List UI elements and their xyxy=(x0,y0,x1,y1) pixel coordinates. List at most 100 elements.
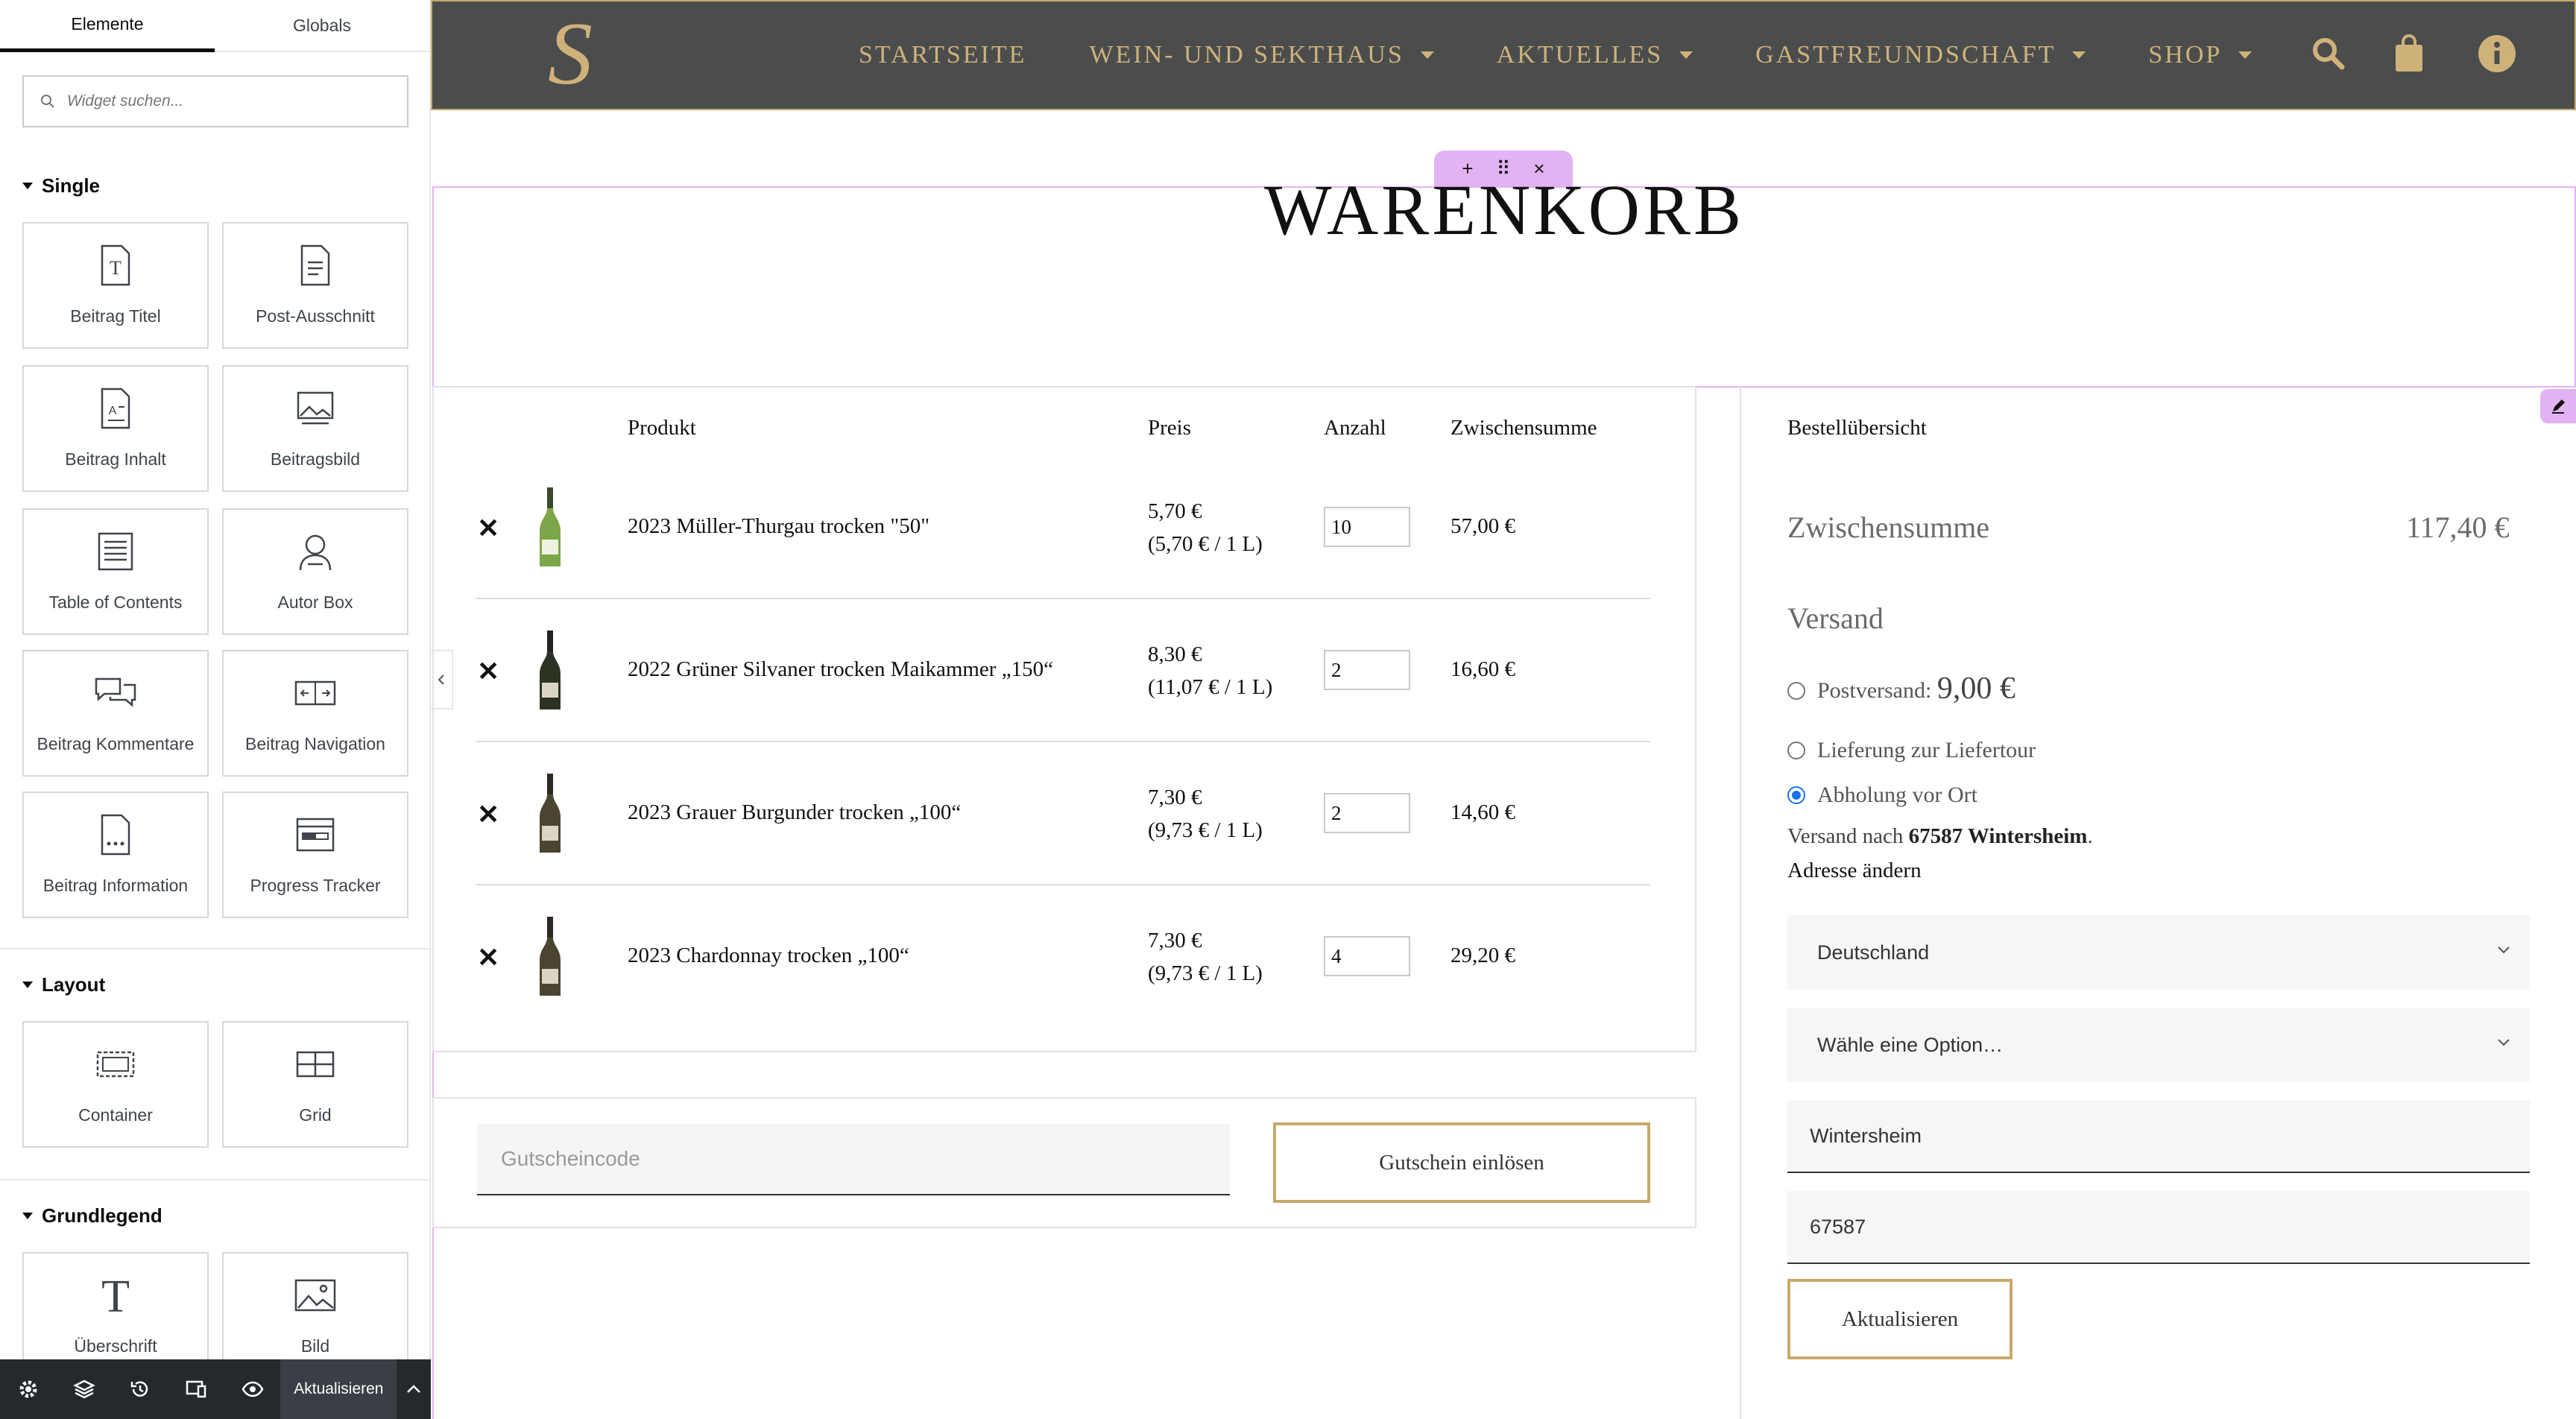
widget-search[interactable] xyxy=(22,75,408,127)
heading-icon: T xyxy=(93,1273,138,1318)
product-bottle-image[interactable] xyxy=(535,915,565,999)
item-price: 7,30 € (9,73 € / 1 L) xyxy=(1148,781,1263,847)
menu-label: AKTUELLES xyxy=(1496,41,1664,69)
menu-item-gastfreundschaft[interactable]: GASTFREUNDSCHAFT xyxy=(1755,41,2086,69)
category-single[interactable]: Single xyxy=(22,174,100,197)
change-address-link[interactable]: Adresse ändern xyxy=(1787,859,1922,883)
widget-label: Beitrag Inhalt xyxy=(65,449,166,469)
update-shipping-button[interactable]: Aktualisieren xyxy=(1787,1279,2012,1359)
publish-update-button[interactable]: Aktualisieren xyxy=(280,1359,397,1419)
category-label: Single xyxy=(42,174,101,197)
post-content-icon: A xyxy=(93,386,138,431)
coupon-code-input[interactable] xyxy=(477,1124,1230,1195)
menu-item-startseite[interactable]: STARTSEITE xyxy=(859,41,1026,69)
subtotal-label: Zwischensumme xyxy=(1787,511,1990,544)
widget-label: Beitrag Titel xyxy=(70,306,161,326)
category-layout[interactable]: Layout xyxy=(22,973,105,996)
country-value: Deutschland xyxy=(1817,941,1930,964)
svg-text:A: A xyxy=(109,405,117,417)
post-excerpt-icon xyxy=(293,243,338,288)
menu-item-shop[interactable]: SHOP xyxy=(2148,41,2253,69)
widget-post-content[interactable]: A Beitrag Inhalt xyxy=(22,365,209,492)
widget-post-navigation[interactable]: Beitrag Navigation xyxy=(222,650,408,777)
radio-button-selected[interactable] xyxy=(1787,786,1805,804)
ship-to-text: Versand nach 67587 Wintersheim. xyxy=(1787,824,2093,849)
remove-item-button[interactable]: ✕ xyxy=(477,799,499,830)
menu-label: SHOP xyxy=(2148,41,2223,69)
product-bottle-image[interactable] xyxy=(535,772,565,856)
quantity-input[interactable] xyxy=(1324,650,1410,690)
widget-search-input[interactable] xyxy=(67,92,395,110)
product-bottle-image[interactable] xyxy=(535,629,565,712)
cart-bag-icon[interactable] xyxy=(2387,31,2431,76)
widget-featured-image[interactable]: Beitragsbild xyxy=(222,365,408,492)
grid-icon xyxy=(293,1042,338,1087)
remove-item-button[interactable]: ✕ xyxy=(477,942,499,973)
widget-post-info[interactable]: Beitrag Information xyxy=(22,791,209,918)
collapse-caret-icon xyxy=(22,183,33,189)
widget-table-of-contents[interactable]: Table of Contents xyxy=(22,508,209,635)
widget-author-box[interactable]: Autor Box xyxy=(222,508,408,635)
widget-post-excerpt[interactable]: Post-Ausschnitt xyxy=(222,222,408,349)
subtotal-value: 117,40 € xyxy=(2406,511,2510,544)
price-value: 7,30 € xyxy=(1148,929,1202,952)
ship-to-prefix: Versand nach xyxy=(1787,824,1909,848)
item-subtotal: 29,20 € xyxy=(1450,944,1515,967)
category-label: Layout xyxy=(42,973,106,996)
apply-coupon-button[interactable]: Gutschein einlösen xyxy=(1273,1122,1650,1203)
svg-text:T: T xyxy=(110,257,121,279)
responsive-mode-icon[interactable] xyxy=(168,1359,224,1419)
product-name-link[interactable]: 2022 Grüner Silvaner trocken Maikammer „… xyxy=(628,657,1053,682)
price-value: 7,30 € xyxy=(1148,786,1202,809)
menu-item-wein-und-sekthaus[interactable]: WEIN- UND SEKTHAUS xyxy=(1089,41,1434,69)
panel-tabs: Elemente Globals xyxy=(0,0,429,52)
search-icon[interactable] xyxy=(2306,31,2351,76)
zip-field[interactable] xyxy=(1787,1191,2530,1264)
remove-item-button[interactable]: ✕ xyxy=(477,656,499,687)
product-bottle-image[interactable] xyxy=(535,486,565,569)
preview-eye-icon[interactable] xyxy=(224,1359,280,1419)
quantity-input[interactable] xyxy=(1324,793,1410,833)
info-icon[interactable] xyxy=(2475,31,2519,76)
widget-container[interactable]: Container xyxy=(22,1021,209,1148)
widget-label: Beitrag Navigation xyxy=(245,734,385,753)
widget-label: Autor Box xyxy=(277,592,353,612)
site-logo[interactable]: S xyxy=(522,10,619,100)
product-name-link[interactable]: 2023 Müller-Thurgau trocken "50" xyxy=(628,514,929,539)
remove-item-button[interactable]: ✕ xyxy=(477,513,499,544)
widget-post-comments[interactable]: Beitrag Kommentare xyxy=(22,650,209,777)
item-price: 8,30 € (11,07 € / 1 L) xyxy=(1148,638,1272,704)
quantity-input[interactable] xyxy=(1324,936,1410,976)
history-icon[interactable] xyxy=(113,1359,168,1419)
layers-icon[interactable] xyxy=(56,1359,112,1419)
city-field[interactable] xyxy=(1787,1100,2530,1173)
quantity-input[interactable] xyxy=(1324,507,1410,547)
chevron-up-icon[interactable] xyxy=(397,1359,431,1419)
product-name-link[interactable]: 2023 Grauer Burgunder trocken „100“ xyxy=(628,800,961,825)
widget-label: Progress Tracker xyxy=(250,876,381,895)
unit-price: (9,73 € / 1 L) xyxy=(1148,818,1263,842)
shipping-option-liefertour[interactable]: Lieferung zur Liefertour xyxy=(1787,738,2036,763)
shipping-option-abholung[interactable]: Abholung vor Ort xyxy=(1787,783,1977,808)
country-select[interactable]: Deutschland xyxy=(1787,915,2530,990)
menu-item-aktuelles[interactable]: AKTUELLES xyxy=(1497,41,1693,69)
collapse-caret-icon xyxy=(22,982,33,988)
widget-post-title[interactable]: T Beitrag Titel xyxy=(22,222,209,349)
comments-icon xyxy=(93,671,138,715)
dropdown-caret-icon xyxy=(2238,51,2253,59)
price-value: 5,70 € xyxy=(1148,499,1202,523)
settings-gear-icon[interactable] xyxy=(0,1359,56,1419)
widget-grid[interactable]: Grid xyxy=(222,1021,408,1148)
image-icon xyxy=(293,1273,338,1318)
category-basic[interactable]: Grundlegend xyxy=(22,1204,162,1227)
radio-button[interactable] xyxy=(1787,742,1805,759)
radio-button[interactable] xyxy=(1787,682,1805,700)
tab-globals[interactable]: Globals xyxy=(215,0,429,52)
widget-label: Beitragsbild xyxy=(270,449,361,469)
widget-progress-tracker[interactable]: Progress Tracker xyxy=(222,791,408,918)
shipping-option-postversand[interactable]: Postversand: 9,00 € xyxy=(1787,671,2015,707)
product-name-link[interactable]: 2023 Chardonnay trocken „100“ xyxy=(628,944,909,968)
state-select[interactable]: Wähle eine Option… xyxy=(1787,1008,2530,1082)
item-price: 5,70 € (5,70 € / 1 L) xyxy=(1148,495,1263,560)
tab-elements[interactable]: Elemente xyxy=(0,0,215,52)
